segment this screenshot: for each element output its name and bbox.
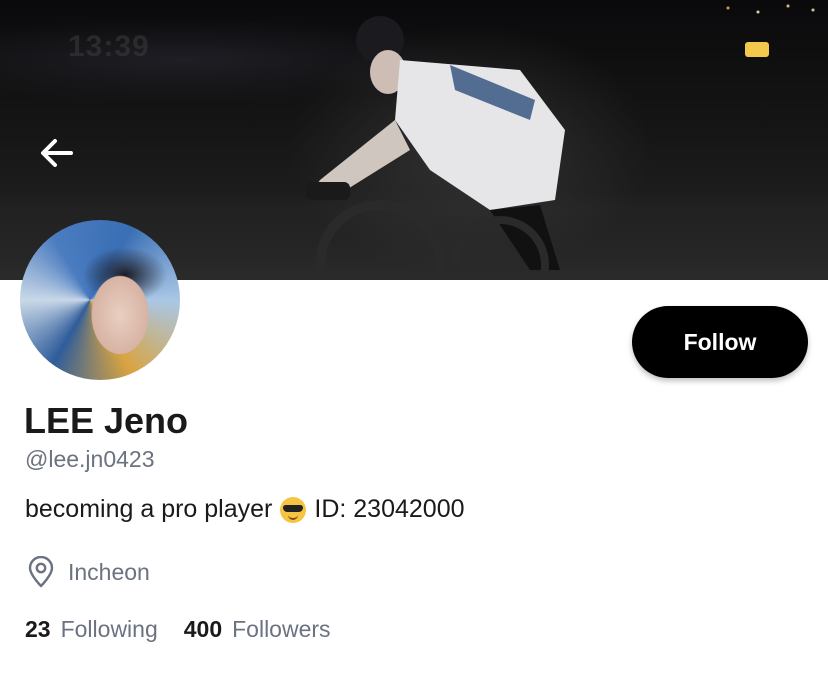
following-count: 23 (25, 616, 51, 642)
profile-name: LEE Jeno (24, 400, 189, 441)
following-label: Following (60, 616, 158, 642)
profile-handle: @lee.jn0423 (25, 446, 155, 472)
profile-bio: becoming a pro player ID: 23042000 (25, 495, 465, 524)
profile-stats: 23 Following 400 Followers (25, 616, 357, 643)
back-button[interactable] (34, 130, 80, 176)
map-pin-icon (28, 556, 54, 588)
sunglasses-emoji-icon (280, 496, 307, 523)
arrow-left-icon (41, 139, 73, 167)
following-stat[interactable]: 23 Following (25, 616, 158, 643)
location-label: Incheon (68, 558, 150, 585)
avatar[interactable] (20, 220, 180, 380)
cyclist-photo (306, 16, 565, 280)
followers-label: Followers (232, 616, 331, 642)
bio-text: becoming a pro player (25, 495, 273, 523)
battery-icon (745, 42, 769, 57)
followers-count: 400 (183, 616, 223, 642)
followers-stat[interactable]: 400 Followers (184, 616, 331, 643)
status-time: 13:39 (68, 30, 150, 63)
city-lights (708, 0, 828, 20)
bio-id: ID: 23042000 (314, 495, 465, 523)
profile-location: Incheon (26, 556, 150, 588)
follow-button[interactable]: Follow (632, 306, 808, 378)
